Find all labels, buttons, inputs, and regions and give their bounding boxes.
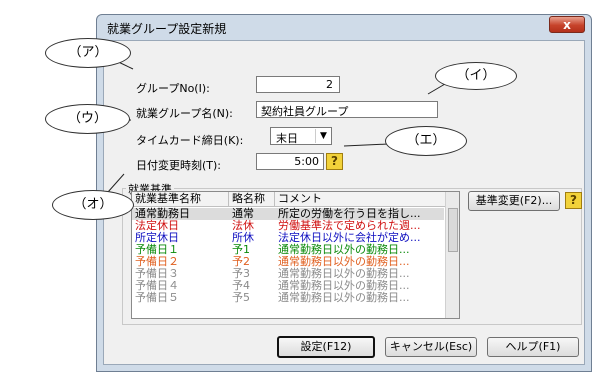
callout-a: （ア） — [45, 38, 131, 68]
callout-b: （イ） — [435, 62, 517, 90]
leader-b — [427, 83, 446, 95]
leader-d — [343, 143, 389, 147]
callout-c: （ウ） — [45, 104, 130, 134]
callout-e: （オ） — [52, 190, 134, 220]
callout-d: （エ） — [385, 126, 467, 156]
leader-e — [107, 173, 125, 193]
